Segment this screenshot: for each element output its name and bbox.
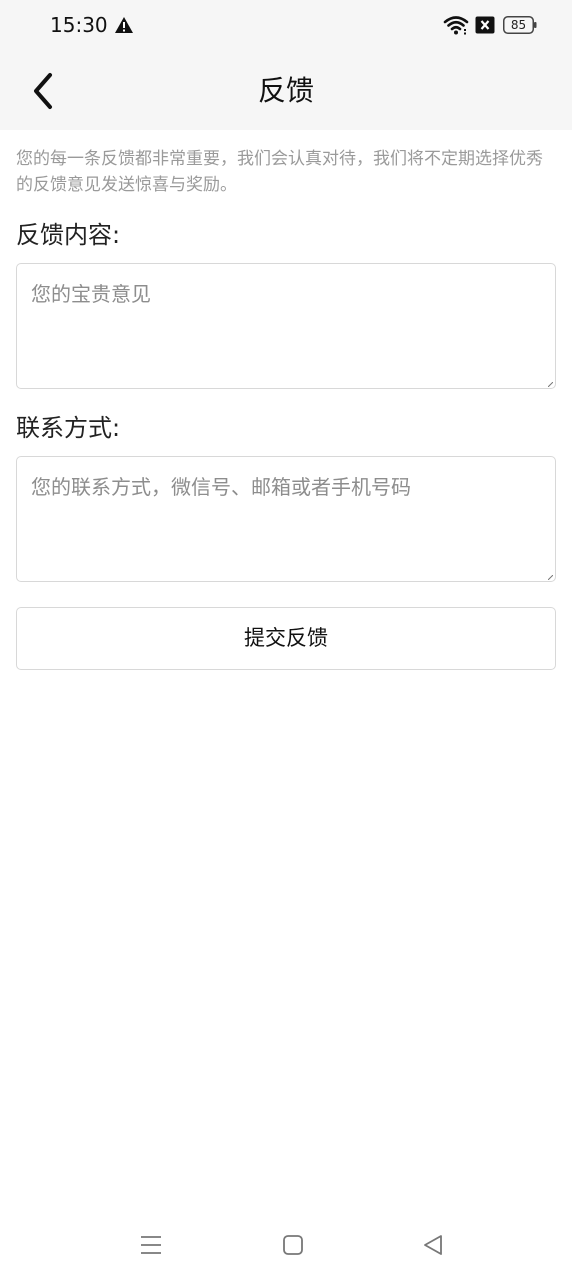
warning-icon (115, 17, 133, 33)
resize-grip-icon[interactable] (548, 575, 553, 580)
resize-grip-icon[interactable] (548, 382, 553, 387)
home-icon (283, 1235, 303, 1255)
contact-input[interactable] (16, 456, 556, 582)
system-nav-bar (0, 1210, 572, 1280)
battery-level: 85 (510, 18, 527, 32)
wifi-icon (443, 16, 469, 35)
nav-home-button[interactable] (278, 1230, 308, 1260)
contact-label: 联系方式: (16, 414, 121, 442)
intro-text: 您的每一条反馈都非常重要，我们会认真对待，我们将不定期选择优秀的反馈意见发送惊喜… (16, 149, 543, 195)
status-time: 15:30 (50, 13, 108, 37)
no-sim-icon (475, 16, 495, 34)
submit-feedback-button[interactable]: 提交反馈 (16, 607, 556, 670)
feedback-content-label: 反馈内容: (16, 221, 121, 249)
nav-back-button[interactable] (418, 1230, 448, 1260)
header-bar: 反馈 (0, 52, 572, 130)
back-triangle-icon (424, 1235, 442, 1255)
back-button[interactable] (22, 70, 64, 112)
menu-icon (141, 1236, 161, 1254)
status-bar: 15:30 85 (0, 0, 572, 52)
feedback-content-input[interactable] (16, 263, 556, 389)
chevron-left-icon (34, 73, 52, 109)
nav-menu-button[interactable] (136, 1230, 166, 1260)
page-title: 反馈 (257, 74, 314, 107)
